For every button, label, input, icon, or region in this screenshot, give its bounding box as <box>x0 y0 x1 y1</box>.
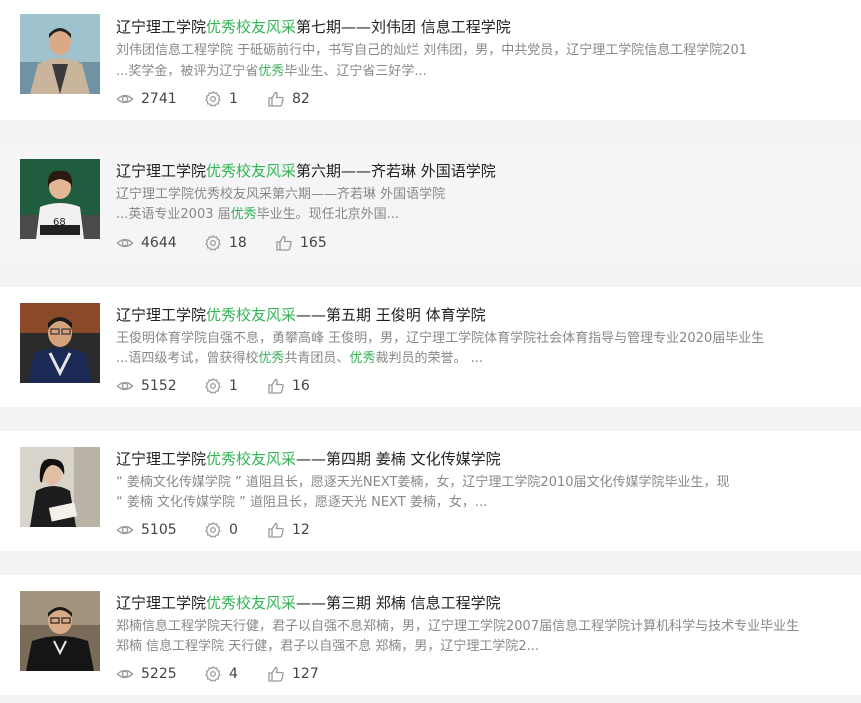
likes-stat[interactable]: 127 <box>267 664 319 684</box>
thumbs-up-icon <box>268 522 284 538</box>
thumbs-up-icon <box>276 235 292 251</box>
article-snippet-line: 郑楠信息工程学院天行健，君子以自强不息郑楠，男，辽宁理工学院2007届信息工程学… <box>116 619 800 634</box>
article-list: 辽宁理工学院优秀校友风采第七期——刘伟团 信息工程学院 刘伟团信息工程学院 于砥… <box>0 0 861 703</box>
portrait-image <box>20 591 100 671</box>
likes-count: 82 <box>292 91 310 107</box>
article-snippet-line: “ 姜楠 文化传媒学院 ” 道阻且长，愿逐天光 NEXT 姜楠，女，... <box>116 495 488 510</box>
article-title[interactable]: 辽宁理工学院优秀校友风采——第三期 郑楠 信息工程学院 <box>116 593 501 613</box>
article-snippet-line: 刘伟团信息工程学院 于砥砺前行中，书写自己的灿烂 刘伟团，男，中共党员，辽宁理工… <box>116 43 748 58</box>
comments-count: 0 <box>229 522 238 538</box>
comments-count: 1 <box>229 91 238 107</box>
comments-count: 1 <box>229 378 238 394</box>
comments-count: 4 <box>229 666 238 682</box>
comments-stat[interactable]: 0 <box>204 520 238 540</box>
portrait-image <box>20 447 100 527</box>
article-thumbnail[interactable] <box>20 14 100 94</box>
article-card[interactable]: 辽宁理工学院优秀校友风采第七期——刘伟团 信息工程学院 刘伟团信息工程学院 于砥… <box>0 0 861 120</box>
portrait-image <box>20 14 100 94</box>
article-snippet-line: ...奖学金，被评为辽宁省优秀毕业生、辽宁省三好学... <box>116 64 427 79</box>
article-snippet-line: 郑楠 信息工程学院 天行健，君子以自强不息 郑楠，男，辽宁理工学院2... <box>116 639 540 654</box>
views-stat: 4644 <box>116 233 177 253</box>
likes-stat[interactable]: 82 <box>267 89 310 109</box>
comments-stat[interactable]: 1 <box>204 376 238 396</box>
gear-icon <box>205 90 221 107</box>
article-title[interactable]: 辽宁理工学院优秀校友风采第七期——刘伟团 信息工程学院 <box>116 17 511 37</box>
likes-stat[interactable]: 165 <box>275 233 327 253</box>
likes-count: 127 <box>292 666 319 682</box>
likes-stat[interactable]: 12 <box>267 520 310 540</box>
views-stat: 2741 <box>116 89 177 109</box>
views-stat: 5105 <box>116 520 177 540</box>
article-title[interactable]: 辽宁理工学院优秀校友风采——第五期 王俊明 体育学院 <box>116 305 486 325</box>
article-card[interactable]: 辽宁理工学院优秀校友风采——第三期 郑楠 信息工程学院 郑楠信息工程学院天行健，… <box>0 575 861 695</box>
article-snippet-line: 辽宁理工学院优秀校友风采第六期——齐若琳 外国语学院 <box>116 187 446 202</box>
gear-icon <box>205 521 221 538</box>
article-card[interactable]: 辽宁理工学院优秀校友风采——第五期 王俊明 体育学院 王俊明体育学院自强不息，勇… <box>0 287 861 407</box>
article-thumbnail[interactable] <box>20 591 100 671</box>
eye-icon <box>116 525 134 535</box>
eye-icon <box>116 238 134 248</box>
article-snippet-line: ...英语专业2003 届优秀毕业生。现任北京外国... <box>116 207 400 222</box>
views-stat: 5152 <box>116 376 177 396</box>
portrait-image: 68 <box>20 159 100 239</box>
gear-icon <box>205 665 221 682</box>
article-thumbnail[interactable] <box>20 303 100 383</box>
likes-count: 165 <box>300 235 327 251</box>
article-thumbnail[interactable]: 68 <box>20 159 100 239</box>
views-count: 5105 <box>141 522 177 538</box>
article-title[interactable]: 辽宁理工学院优秀校友风采——第四期 姜楠 文化传媒学院 <box>116 449 501 469</box>
likes-stat[interactable]: 16 <box>267 376 310 396</box>
views-count: 2741 <box>141 91 177 107</box>
gear-icon <box>205 377 221 394</box>
comments-stat[interactable]: 1 <box>204 89 238 109</box>
thumbs-up-icon <box>268 666 284 682</box>
likes-count: 16 <box>292 378 310 394</box>
gear-icon <box>205 234 221 251</box>
comments-count: 18 <box>229 235 247 251</box>
article-snippet-line: ...语四级考试，曾获得校优秀共青团员、优秀裁判员的荣誉。 ... <box>116 351 483 366</box>
article-snippet-line: “ 姜楠文化传媒学院 ” 道阻且长，愿逐天光NEXT姜楠，女，辽宁理工学院201… <box>116 475 730 490</box>
views-count: 4644 <box>141 235 177 251</box>
portrait-image <box>20 303 100 383</box>
eye-icon <box>116 669 134 679</box>
comments-stat[interactable]: 4 <box>204 664 238 684</box>
eye-icon <box>116 381 134 391</box>
article-snippet-line: 王俊明体育学院自强不息，勇攀高峰 王俊明，男，辽宁理工学院体育学院社会体育指导与… <box>116 331 765 346</box>
thumbs-up-icon <box>268 378 284 394</box>
views-stat: 5225 <box>116 664 177 684</box>
eye-icon <box>116 94 134 104</box>
thumbs-up-icon <box>268 91 284 107</box>
article-title[interactable]: 辽宁理工学院优秀校友风采第六期——齐若琳 外国语学院 <box>116 161 496 181</box>
likes-count: 12 <box>292 522 310 538</box>
article-card[interactable]: 辽宁理工学院优秀校友风采——第四期 姜楠 文化传媒学院 “ 姜楠文化传媒学院 ”… <box>0 431 861 551</box>
views-count: 5152 <box>141 378 177 394</box>
article-card[interactable]: 68 辽宁理工学院优秀校友风采第六期——齐若琳 外国语学院 辽宁理工学院优秀校友… <box>0 143 861 263</box>
views-count: 5225 <box>141 666 177 682</box>
comments-stat[interactable]: 18 <box>204 233 247 253</box>
article-thumbnail[interactable] <box>20 447 100 527</box>
